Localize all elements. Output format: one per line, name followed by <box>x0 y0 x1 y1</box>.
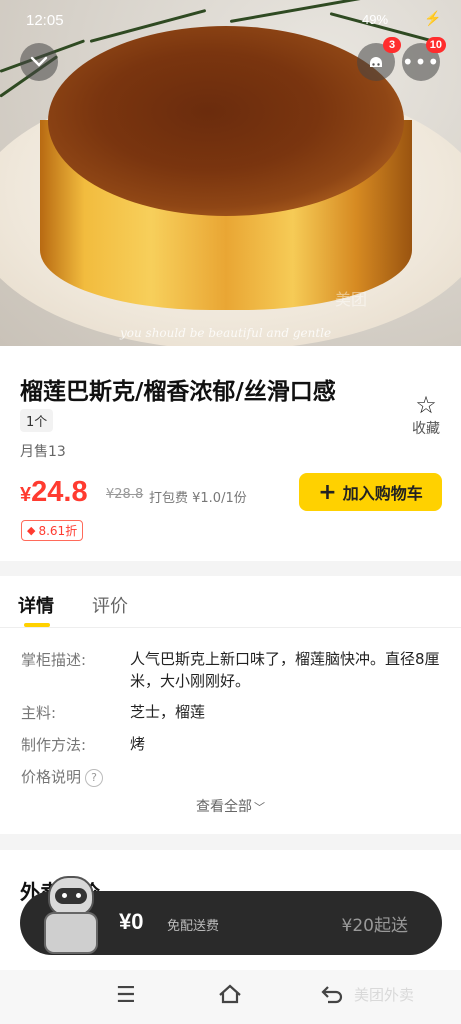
packing-fee: 打包费 ¥1.0/1份 <box>149 491 247 506</box>
product-title: 榴莲巴斯克/榴香浓郁/丝滑口感 <box>20 379 336 405</box>
see-all-label: 查看全部 <box>196 799 252 815</box>
ingredients-value: 芝士，榴莲 <box>130 703 206 721</box>
discount-label: 8.61折 <box>38 524 78 538</box>
tag-icon: ◆ <box>27 524 36 537</box>
more-button[interactable]: ••• 10 <box>401 37 446 81</box>
original-price: ¥28.8 <box>106 487 144 502</box>
details-section: 详情 评价 掌柜描述: 人气巴斯克上新口味了，榴莲脑快冲。直径8厘米，大小刚刚好… <box>0 576 461 834</box>
plus-icon: + <box>318 479 337 505</box>
favorite-label: 收藏 <box>412 421 440 437</box>
add-to-cart-button[interactable]: + 加入购物车 <box>299 473 442 511</box>
tab-details[interactable]: 详情 <box>18 592 54 618</box>
current-price: ¥24.8 <box>20 476 88 509</box>
back-button[interactable] <box>20 43 58 81</box>
description-label: 掌柜描述: <box>21 651 87 669</box>
method-label: 制作方法: <box>21 736 87 754</box>
image-watermark-brand: 美团 <box>335 290 368 309</box>
cart-mascot-icon[interactable] <box>40 876 102 956</box>
image-watermark: you should be beautiful and gentle <box>120 326 332 340</box>
currency-symbol: ¥ <box>20 484 32 506</box>
price-note-label: 价格说明 <box>21 768 82 786</box>
method-value: 烤 <box>130 735 146 753</box>
service-badge: 3 <box>383 37 401 53</box>
add-to-cart-label: 加入购物车 <box>342 484 423 503</box>
discount-badge: ◆ 8.61折 <box>21 520 84 541</box>
monthly-sales: 月售13 <box>20 444 66 460</box>
ingredients-label: 主料: <box>21 704 57 722</box>
customer-service-button[interactable]: 3 <box>357 37 401 81</box>
tab-bar: 详情 评价 <box>0 576 461 628</box>
charging-icon: ⚡ <box>424 10 442 26</box>
help-icon: ? <box>85 768 104 787</box>
cart-total: ¥0 <box>119 909 144 934</box>
home-icon[interactable] <box>217 983 243 1011</box>
price-note-row[interactable]: 价格说明? <box>21 766 104 787</box>
menu-icon[interactable]: ☰ <box>116 983 136 1008</box>
battery-level: 49% <box>362 12 389 27</box>
back-nav-icon[interactable] <box>320 983 344 1011</box>
product-spec[interactable]: 1个 <box>20 409 54 432</box>
favorite-button[interactable]: ☆ 收藏 <box>408 392 444 438</box>
price-value: 24.8 <box>31 476 88 508</box>
delivery-fee: 免配送费 <box>167 919 220 934</box>
see-all-button[interactable]: 查看全部 ﹀ <box>0 796 461 816</box>
star-icon: ☆ <box>415 391 437 419</box>
active-tab-indicator <box>24 623 50 627</box>
status-time: 12:05 <box>26 12 64 29</box>
chevron-down-icon: ﹀ <box>254 801 265 814</box>
chevron-down-icon <box>30 56 48 67</box>
system-nav-bar: ☰ 美团外卖 <box>0 970 461 1024</box>
product-card: 榴莲巴斯克/榴香浓郁/丝滑口感 1个 月售13 ☆ 收藏 ¥24.8 ¥28.8… <box>0 346 461 561</box>
more-badge: 10 <box>425 37 446 53</box>
cake-top <box>48 26 404 216</box>
brand-watermark: 美团外卖 <box>354 986 415 1004</box>
more-icon: ••• <box>401 50 441 74</box>
tab-reviews[interactable]: 评价 <box>92 592 128 618</box>
description-value: 人气巴斯克上新口味了，榴莲脑快冲。直径8厘米，大小刚刚好。 <box>130 650 440 690</box>
service-icon <box>370 57 382 67</box>
minimum-order: ¥20起送 <box>341 916 408 936</box>
